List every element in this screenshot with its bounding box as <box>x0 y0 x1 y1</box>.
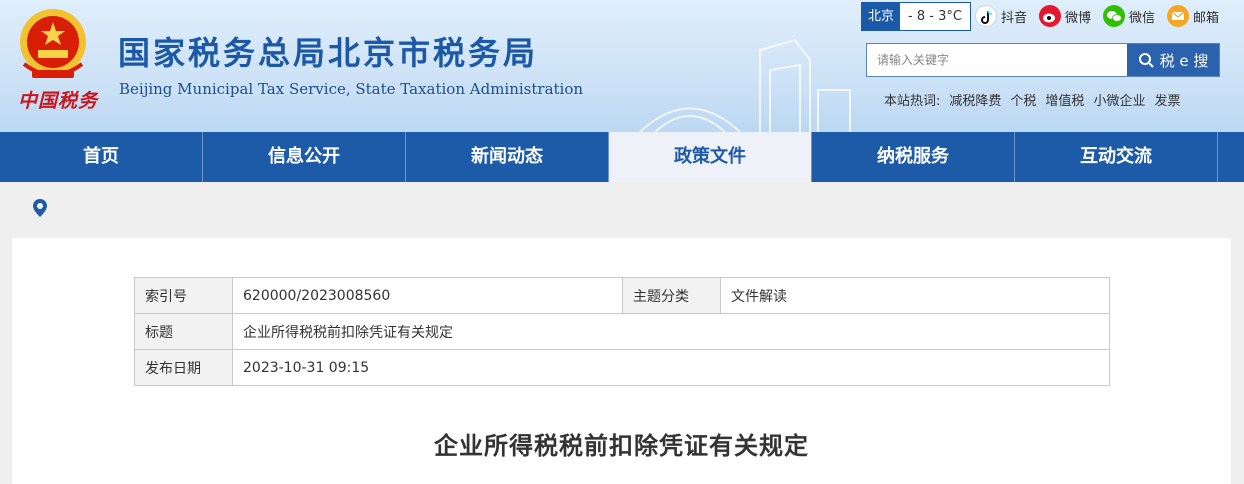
skyline-decoration <box>639 38 851 132</box>
wechat-icon <box>1103 5 1125 27</box>
hot-word-link[interactable]: 减税降费 <box>949 90 1001 109</box>
location-pin-icon <box>33 199 47 217</box>
weixin-label: 微信 <box>1129 10 1156 26</box>
brand-script-logo-text: 中国税务 <box>18 90 99 112</box>
weather-temperature: - 8 - 3°C <box>908 9 962 24</box>
index-value: 620000/2023008560 <box>232 277 623 314</box>
hot-words: 本站热词: 减税降费 个税 增值税 小微企业 发票 <box>884 90 1180 109</box>
search-icon <box>1138 53 1154 68</box>
nav-item-news[interactable]: 新闻动态 <box>406 132 609 182</box>
hot-word-link[interactable]: 发票 <box>1154 90 1180 109</box>
search-button-label: 税 e 搜 <box>1159 51 1209 70</box>
table-row: 索引号 620000/2023008560 主题分类 文件解读 <box>134 277 1110 314</box>
nav-item-policy-documents[interactable]: 政策文件 <box>609 132 812 182</box>
main-nav: 首页 信息公开 新闻动态 政策文件 纳税服务 互动交流 <box>0 132 1244 182</box>
nav-item-tax-services[interactable]: 纳税服务 <box>812 132 1015 182</box>
hot-word-link[interactable]: 个税 <box>1010 90 1036 109</box>
mail-icon <box>1167 5 1189 27</box>
weibo-label: 微博 <box>1065 10 1092 26</box>
article-title: 企业所得税税前扣除凭证有关规定 <box>434 432 809 460</box>
weixin-link[interactable]: 微信 <box>1103 3 1155 29</box>
site-header: 中国税务 国家税务总局北京市税务局 Beijing Municipal Tax … <box>0 0 1244 132</box>
douyin-link[interactable]: 抖音 <box>975 3 1027 29</box>
mail-label: 邮箱 <box>1193 10 1220 26</box>
weather-city: 北京 <box>862 3 901 30</box>
site-title[interactable]: 国家税务总局北京市税务局 <box>118 28 538 74</box>
douyin-label: 抖音 <box>1001 10 1028 26</box>
document-meta-table: 索引号 620000/2023008560 主题分类 文件解读 标题 企业所得税… <box>134 277 1110 386</box>
site-subtitle: Beijing Municipal Tax Service, State Tax… <box>119 80 584 98</box>
index-label: 索引号 <box>134 277 233 314</box>
weibo-icon <box>1039 5 1061 27</box>
table-row: 标题 企业所得税税前扣除凭证有关规定 <box>134 313 1110 350</box>
weibo-link[interactable]: 微博 <box>1039 3 1091 29</box>
nav-item-interaction[interactable]: 互动交流 <box>1015 132 1218 182</box>
content-card: 索引号 620000/2023008560 主题分类 文件解读 标题 企业所得税… <box>12 238 1231 484</box>
tax-emblem-logo <box>20 9 86 78</box>
title-value: 企业所得税税前扣除凭证有关规定 <box>232 313 1110 350</box>
hot-word-link[interactable]: 小微企业 <box>1093 90 1145 109</box>
weather-widget: 北京 - 8 - 3°C <box>861 2 971 31</box>
nav-filler <box>1218 132 1244 182</box>
topic-label: 主题分类 <box>622 277 721 314</box>
douyin-icon <box>975 5 997 27</box>
search-bar: 税 e 搜 <box>866 43 1220 77</box>
nav-item-home[interactable]: 首页 <box>0 132 203 182</box>
date-value: 2023-10-31 09:15 <box>232 349 1110 386</box>
title-label: 标题 <box>134 313 233 350</box>
search-button[interactable]: 税 e 搜 <box>1127 44 1219 76</box>
nav-item-info-disclosure[interactable]: 信息公开 <box>203 132 406 182</box>
date-label: 发布日期 <box>134 349 233 386</box>
hot-words-label: 本站热词: <box>884 94 941 109</box>
mail-link[interactable]: 邮箱 <box>1167 3 1219 29</box>
topic-value: 文件解读 <box>720 277 1110 314</box>
search-input[interactable] <box>867 44 1127 76</box>
hot-word-link[interactable]: 增值税 <box>1045 90 1084 109</box>
table-row: 发布日期 2023-10-31 09:15 <box>134 349 1110 386</box>
